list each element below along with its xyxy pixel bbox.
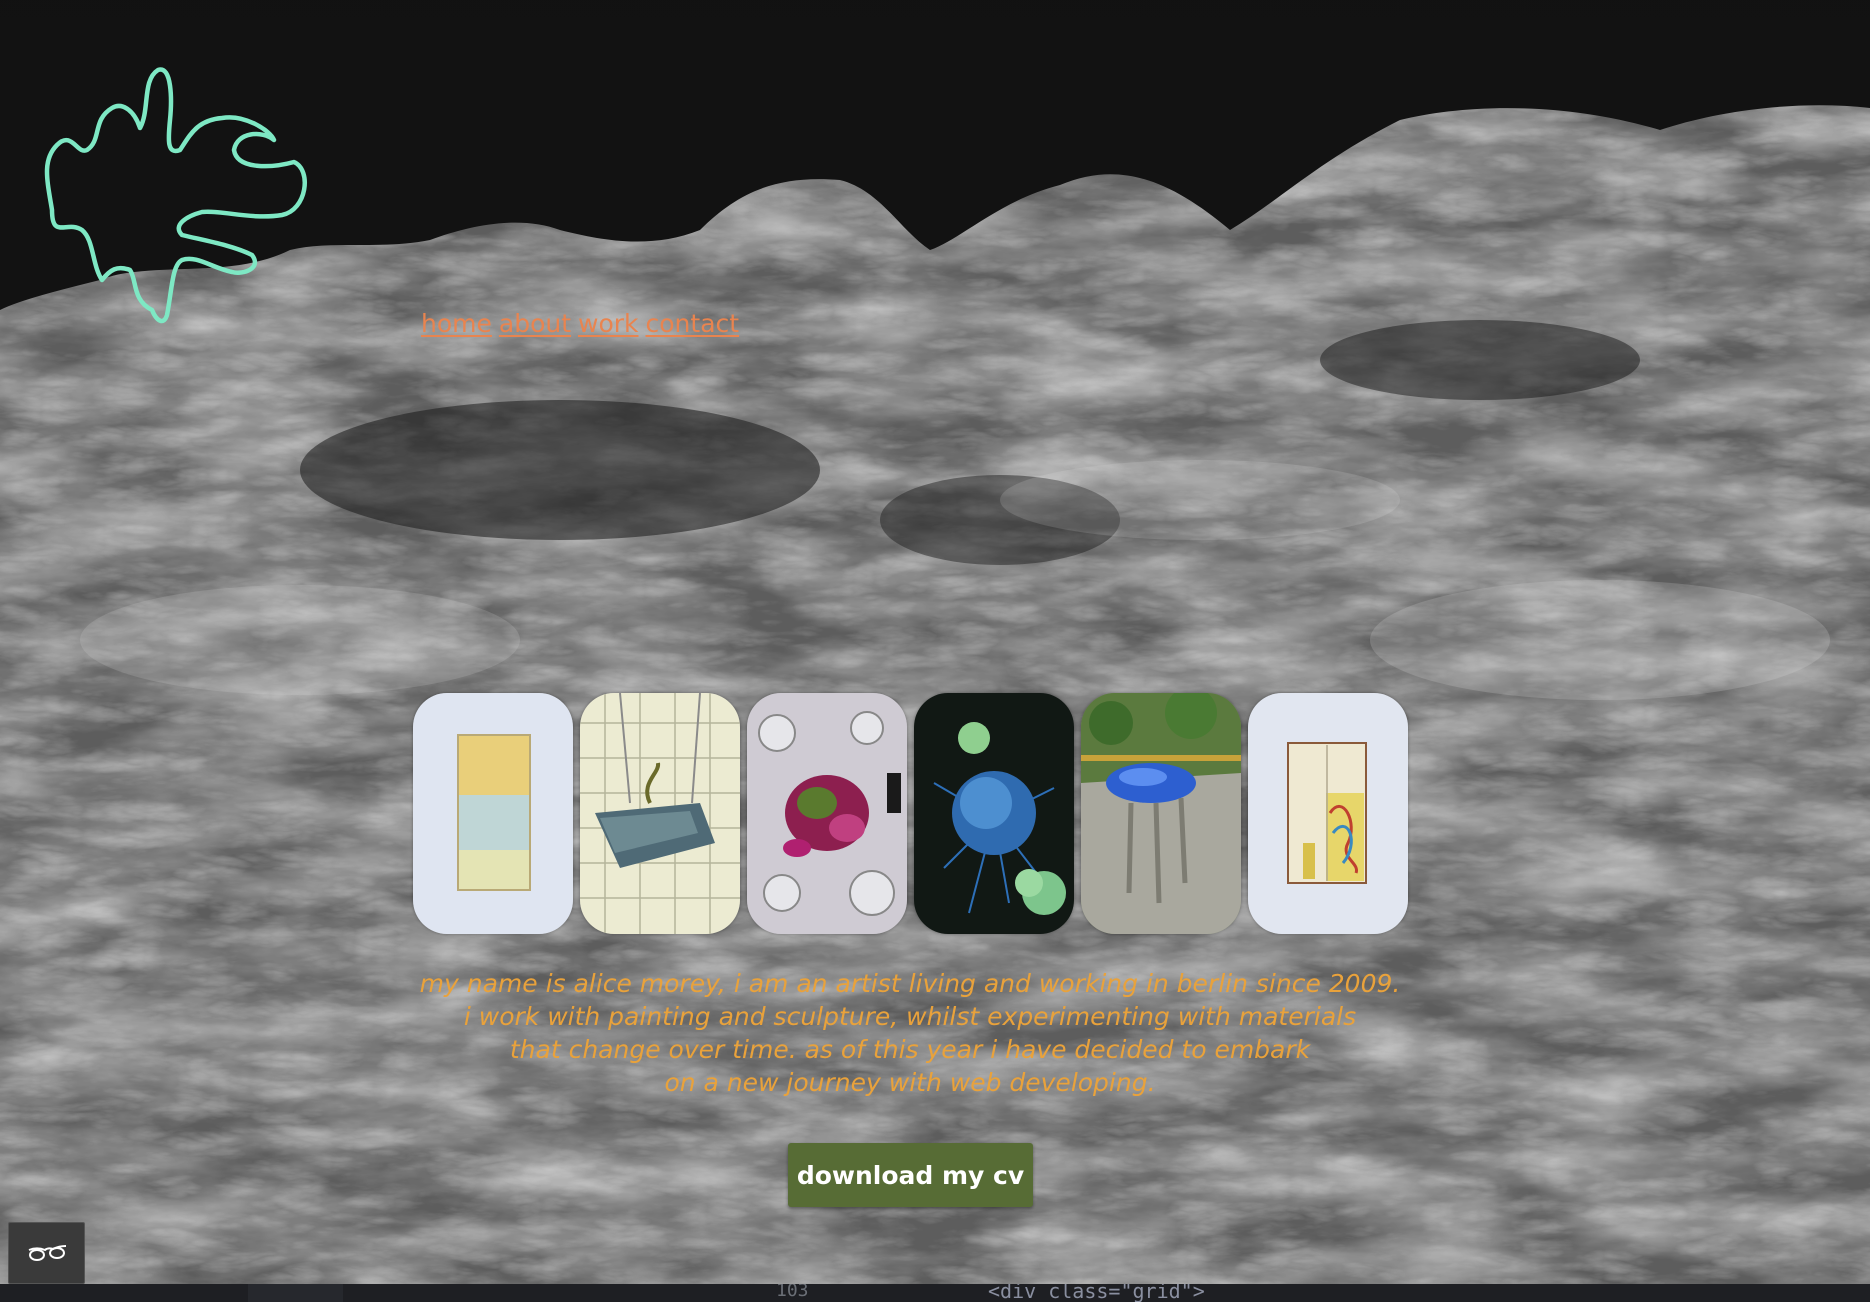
- main-nav: home about work contact: [421, 309, 739, 338]
- download-cv-button[interactable]: download my cv: [788, 1143, 1033, 1207]
- gallery-image-painting-2[interactable]: [1248, 693, 1408, 934]
- artist-bio: my name is alice morey, i am an artist l…: [280, 967, 1540, 1099]
- nav-link-contact[interactable]: contact: [646, 309, 740, 338]
- gallery-image-table-installation[interactable]: [747, 693, 907, 934]
- reader-mode-button[interactable]: [8, 1222, 85, 1284]
- nav-link-home[interactable]: home: [421, 309, 492, 338]
- line-number: 103: [776, 1284, 809, 1301]
- artwork-gallery: [413, 693, 1408, 934]
- bio-line: on a new journey with web developing.: [664, 1068, 1156, 1097]
- editor-gutter: [248, 1284, 343, 1302]
- page: home about work contact my name is alice…: [0, 0, 1870, 1302]
- bio-line: that change over time. as of this year i…: [509, 1035, 1311, 1064]
- bio-line: i work with painting and sculpture, whil…: [463, 1002, 1357, 1031]
- gallery-image-outdoor-sculpture[interactable]: [1081, 693, 1241, 934]
- gallery-image-painting-1[interactable]: [413, 693, 573, 934]
- glasses-icon: [28, 1245, 66, 1261]
- code-line: <div class="grid">: [988, 1284, 1205, 1302]
- gallery-image-blue-organism[interactable]: [914, 693, 1074, 934]
- bio-line: my name is alice morey, i am an artist l…: [419, 969, 1401, 998]
- nav-link-about[interactable]: about: [499, 309, 571, 338]
- nav-link-work[interactable]: work: [578, 309, 639, 338]
- code-editor-strip: 103 <div class="grid">: [0, 1284, 1870, 1302]
- gallery-image-hanging-sculpture[interactable]: [580, 693, 740, 934]
- logo-icon[interactable]: [22, 40, 332, 350]
